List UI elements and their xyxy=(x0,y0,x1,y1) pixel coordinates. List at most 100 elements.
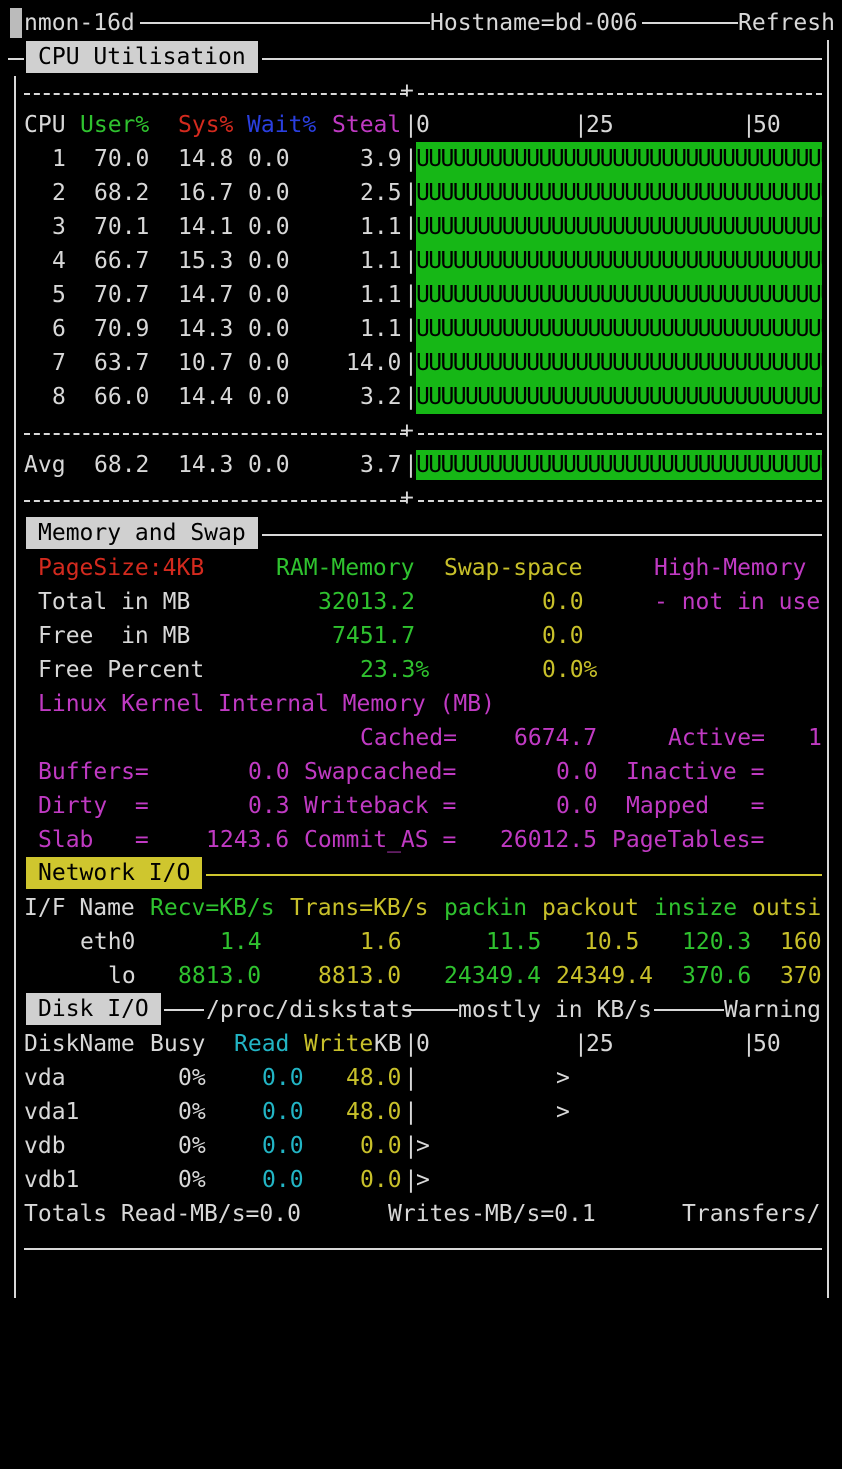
memory-section-tab: Memory and Swap xyxy=(26,517,258,549)
cpu-user: 70.0 xyxy=(94,146,150,172)
active-value: 1 xyxy=(808,725,822,751)
disk-busy: 0% xyxy=(178,1099,206,1125)
cpu-section-tab: CPU Utilisation xyxy=(26,41,258,73)
totals-transfers: Transfers/ xyxy=(682,1201,821,1227)
cpu-row: 3 70.1 14.1 0.0 1.1 | UUUUUUUUUUUUUUUUUUUUUUUU… xyxy=(0,210,842,244)
disk-read: 0.0 xyxy=(262,1065,304,1091)
buffers-value: 0.0 xyxy=(248,759,290,785)
cpu-sys: 14.8 xyxy=(178,146,234,172)
cpu-wait: 0.0 xyxy=(248,282,290,308)
high-header: High-Memory xyxy=(654,555,807,581)
free-label: Free in MB xyxy=(38,623,191,649)
total-ram: 32013.2 xyxy=(318,589,415,615)
memory-total-row: Total in MB 32013.2 0.0 - not in use xyxy=(0,585,842,619)
iface-trans: 1.6 xyxy=(360,929,402,955)
memory-free-row: Free in MB 7451.7 0.0 xyxy=(0,619,842,653)
cpu-user: 66.7 xyxy=(94,248,150,274)
insize-header: insize xyxy=(654,895,738,921)
refresh-label: Refresh xyxy=(738,10,835,36)
disk-activity-marker: > xyxy=(556,1099,570,1125)
cpu-id: 2 xyxy=(52,180,66,206)
freepct-label: Free Percent xyxy=(38,657,205,683)
avg-steal: 3.7 xyxy=(360,452,402,478)
cpu-steal: 1.1 xyxy=(360,214,402,240)
cpu-id: 4 xyxy=(52,248,66,274)
network-header-row: I/F Name Recv=KB/s Trans=KB/s packin pac… xyxy=(0,891,842,925)
divider xyxy=(654,1009,724,1011)
scale-25: 25 xyxy=(586,112,614,138)
cached-value: 6674.7 xyxy=(514,725,598,751)
cpu-id: 5 xyxy=(52,282,66,308)
cpu-usage-bar: UUUUUUUUUUUUUUUUUUUUUUUUUUUUUUUUUUUUU xyxy=(416,244,822,278)
divider xyxy=(418,500,822,502)
pagetables-label: PageTables= xyxy=(612,827,765,853)
kernel-cached-row: Cached= 6674.7 Active= 1 xyxy=(0,721,842,755)
total-swap: 0.0 xyxy=(542,589,584,615)
write-header: Write xyxy=(304,1031,374,1057)
cpu-steal: 3.9 xyxy=(360,146,402,172)
cpu-id: 1 xyxy=(52,146,66,172)
iface-packin: 11.5 xyxy=(486,929,542,955)
cpu-wait: 0.0 xyxy=(248,180,290,206)
network-section-tab: Network I/O xyxy=(26,857,203,889)
freepct-swap: 0.0% xyxy=(542,657,598,683)
cpu-sys: 16.7 xyxy=(178,180,234,206)
divider xyxy=(206,874,822,876)
divider xyxy=(140,22,430,24)
disk-read: 0.0 xyxy=(262,1167,304,1193)
network-row: lo 8813.0 8813.0 24349.4 24349.4 370.6 3… xyxy=(0,959,842,993)
scale-25: 25 xyxy=(586,1031,614,1057)
slab-label: Slab = xyxy=(38,827,149,853)
dirty-label: Dirty = xyxy=(38,793,149,819)
kb-header: KB xyxy=(374,1031,402,1057)
scale-50: 50 xyxy=(753,1031,781,1057)
bar-sep: | xyxy=(404,1099,418,1125)
swap-header: Swap-space xyxy=(444,555,583,581)
cpu-steal: 1.1 xyxy=(360,248,402,274)
disk-write: 0.0 xyxy=(360,1167,402,1193)
dirty-value: 0.3 xyxy=(248,793,290,819)
iface-name: lo xyxy=(108,963,136,989)
avg-user: 68.2 xyxy=(94,452,150,478)
cpu-user: 63.7 xyxy=(94,350,150,376)
kernel-slab-row: Slab = 1243.6 Commit_AS = 26012.5 PageTa… xyxy=(0,823,842,857)
wait-col-header: Wait% xyxy=(247,112,317,138)
cpu-sys: 14.4 xyxy=(178,384,234,410)
cpu-wait: 0.0 xyxy=(248,350,290,376)
cpu-user: 68.2 xyxy=(94,180,150,206)
avg-label: Avg xyxy=(24,452,66,478)
cpu-header-row: CPU User% Sys% Wait% Steal | 0 | 25 | 50 xyxy=(0,108,842,142)
scale-0: 0 xyxy=(416,1031,430,1057)
disk-row: vdb 0% 0.0 0.0 | > xyxy=(0,1129,842,1163)
iface-insize: 370.6 xyxy=(682,963,752,989)
cpu-user: 70.7 xyxy=(94,282,150,308)
disk-name: vdb xyxy=(24,1133,66,1159)
cpu-sys: 14.1 xyxy=(178,214,234,240)
cpu-wait: 0.0 xyxy=(248,214,290,240)
divider xyxy=(24,433,406,435)
totals-write: Writes-MB/s=0.1 xyxy=(388,1201,596,1227)
cpu-steal: 14.0 xyxy=(346,350,402,376)
pagesize-label: PageSize:4KB xyxy=(38,555,205,581)
divider xyxy=(24,1248,822,1250)
cpu-user: 70.1 xyxy=(94,214,150,240)
iface-recv: 1.4 xyxy=(220,929,262,955)
ifname-header: I/F Name xyxy=(24,895,135,921)
inactive-label: Inactive = xyxy=(626,759,765,785)
cpu-row: 8 66.0 14.4 0.0 3.2 | UUUUUUUUUUUUUUUUUUUUUUUU… xyxy=(0,380,842,414)
cpu-usage-bar: UUUUUUUUUUUUUUUUUUUUUUUUUUUUUUUUUUUUU xyxy=(416,346,822,380)
cpu-row: 2 68.2 16.7 0.0 2.5 | UUUUUUUUUUUUUUUUUUUUUUUU… xyxy=(0,176,842,210)
disk-busy: 0% xyxy=(178,1167,206,1193)
packin-header: packin xyxy=(444,895,528,921)
commit-value: 26012.5 xyxy=(500,827,597,853)
sys-col-header: Sys% xyxy=(178,112,234,138)
cpu-wait: 0.0 xyxy=(248,316,290,342)
recv-header: Recv=KB/s xyxy=(150,895,275,921)
cpu-usage-bar: UUUUUUUUUUUUUUUUUUUUUUUUUUUUUUUUUUUUU xyxy=(416,176,822,210)
disk-activity-marker: > xyxy=(416,1133,430,1159)
divider xyxy=(164,1009,204,1011)
avg-sys: 14.3 xyxy=(178,452,234,478)
terminal-window[interactable]: nmon-16d Hostname=bd-006 Refresh CPU Uti… xyxy=(0,0,842,1298)
disk-header-row: DiskName Busy Read Write KB | 0 | 25 | 5… xyxy=(0,1027,842,1061)
scale-50: 50 xyxy=(753,112,781,138)
